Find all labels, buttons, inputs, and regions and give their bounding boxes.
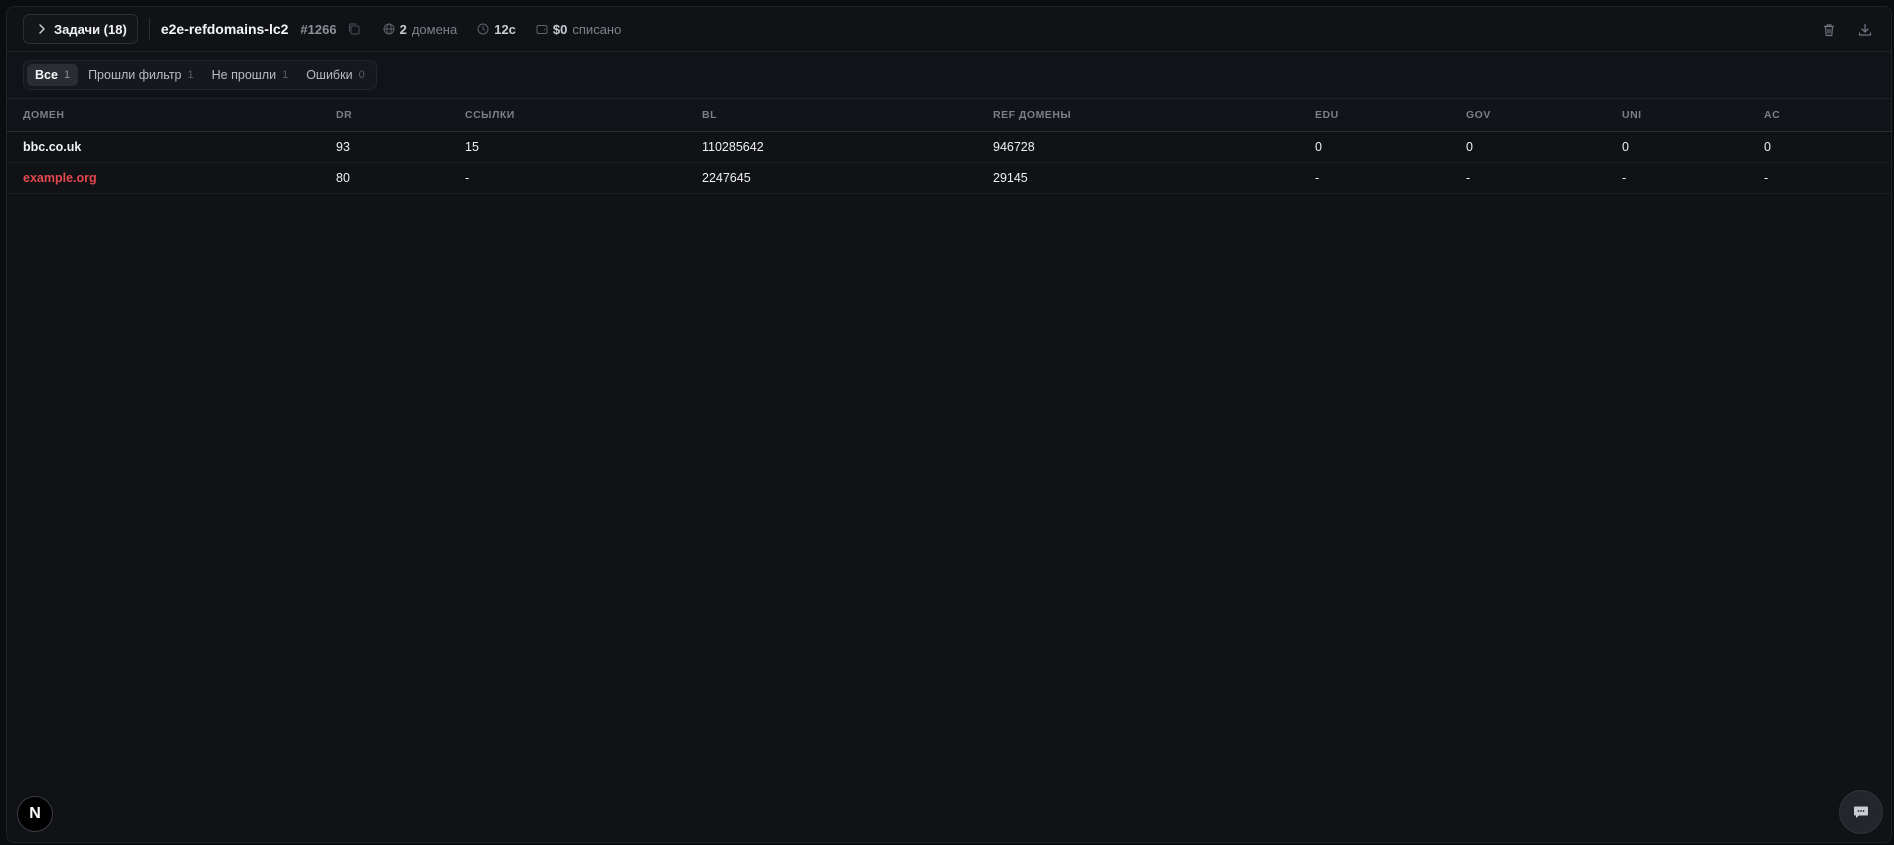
trash-icon[interactable] <box>1821 22 1837 38</box>
chat-button[interactable] <box>1839 790 1883 834</box>
tab-label: Не прошли <box>211 68 277 82</box>
tab-count: 1 <box>63 69 71 81</box>
tab-label: Ошибки <box>306 68 353 82</box>
column-header-ac[interactable]: AC <box>1748 99 1891 132</box>
back-to-tasks-button[interactable]: Задачи (18) <box>23 14 138 44</box>
badge-letter: N <box>29 805 41 822</box>
duration-meta: 12с <box>477 22 516 37</box>
task-name: e2e-refdomains-lc2 <box>160 21 289 37</box>
ref-domains-cell: 29145 <box>977 162 1299 194</box>
header-actions <box>1821 7 1873 52</box>
duration: 12с <box>494 21 516 37</box>
table-header-row: ДОМЕН DR ССЫЛКИ BL REF ДОМЕНЫ EDU GOV UN… <box>7 99 1891 132</box>
uni-cell: 0 <box>1606 131 1748 163</box>
next-dev-badge[interactable]: N <box>17 796 53 832</box>
filter-bar: Все 1 Прошли фильтр 1 Не прошли 1 Ошибки… <box>7 52 1891 99</box>
results-table: ДОМЕН DR ССЫЛКИ BL REF ДОМЕНЫ EDU GOV UN… <box>7 99 1891 194</box>
tab-count: 1 <box>282 69 289 81</box>
ac-cell: - <box>1748 162 1891 194</box>
cost-value: $0 <box>552 21 568 37</box>
domains-label: домена <box>411 21 458 37</box>
domain-cell[interactable]: bbc.co.uk <box>7 131 320 163</box>
domains-count: 2 <box>399 21 407 37</box>
column-header-edu[interactable]: EDU <box>1299 99 1450 132</box>
globe-icon <box>383 23 395 35</box>
bl-cell: 110285642 <box>686 131 977 163</box>
ac-cell: 0 <box>1748 131 1891 163</box>
links-cell: 15 <box>449 131 686 163</box>
clock-icon <box>477 23 489 35</box>
uni-cell: - <box>1606 162 1748 194</box>
divider <box>148 18 150 40</box>
column-header-dr[interactable]: DR <box>320 99 449 132</box>
edu-cell: - <box>1299 162 1450 194</box>
domains-meta: 2 домена <box>383 21 458 37</box>
app-frame: Задачи (18) e2e-refdomains-lc2 #1266 2 д… <box>6 6 1892 843</box>
table-row[interactable]: example.org 80 - 2247645 29145 - - - - <box>7 162 1891 194</box>
download-icon[interactable] <box>1857 22 1873 38</box>
copy-icon[interactable] <box>347 22 361 36</box>
tab-failed[interactable]: Не прошли 1 <box>204 64 297 86</box>
task-id: #1266 <box>300 21 337 37</box>
column-header-gov[interactable]: GOV <box>1450 99 1606 132</box>
tab-label: Прошли фильтр <box>88 68 182 82</box>
tab-count: 0 <box>358 69 365 81</box>
column-header-ref-domains[interactable]: REF ДОМЕНЫ <box>977 99 1299 132</box>
domain-cell[interactable]: example.org <box>7 162 320 194</box>
table-row[interactable]: bbc.co.uk 93 15 110285642 946728 0 0 0 0 <box>7 131 1891 163</box>
dr-cell: 93 <box>320 131 449 163</box>
tab-passed[interactable]: Прошли фильтр 1 <box>80 64 202 86</box>
task-header: Задачи (18) e2e-refdomains-lc2 #1266 2 д… <box>7 7 1891 52</box>
bl-cell: 2247645 <box>686 162 977 194</box>
tab-all[interactable]: Все 1 <box>27 64 79 86</box>
wallet-icon <box>536 25 548 34</box>
gov-cell: 0 <box>1450 131 1606 163</box>
cost-meta: $0 списано <box>536 22 621 37</box>
edu-cell: 0 <box>1299 131 1450 163</box>
column-header-uni[interactable]: UNI <box>1606 99 1748 132</box>
gov-cell: - <box>1450 162 1606 194</box>
filter-tabs: Все 1 Прошли фильтр 1 Не прошли 1 Ошибки… <box>23 60 377 90</box>
links-cell: - <box>449 162 686 194</box>
back-button-label: Задачи (18) <box>54 21 127 37</box>
column-header-domain[interactable]: ДОМЕН <box>7 99 320 132</box>
chat-icon <box>1854 806 1868 818</box>
column-header-bl[interactable]: BL <box>686 99 977 132</box>
dr-cell: 80 <box>320 162 449 194</box>
column-header-links[interactable]: ССЫЛКИ <box>449 99 686 132</box>
tab-count: 1 <box>187 69 194 81</box>
chevron-right-icon <box>39 24 45 34</box>
tab-errors[interactable]: Ошибки 0 <box>298 64 372 86</box>
ref-domains-cell: 946728 <box>977 131 1299 163</box>
cost-label: списано <box>572 21 622 37</box>
tab-label: Все <box>35 68 58 82</box>
